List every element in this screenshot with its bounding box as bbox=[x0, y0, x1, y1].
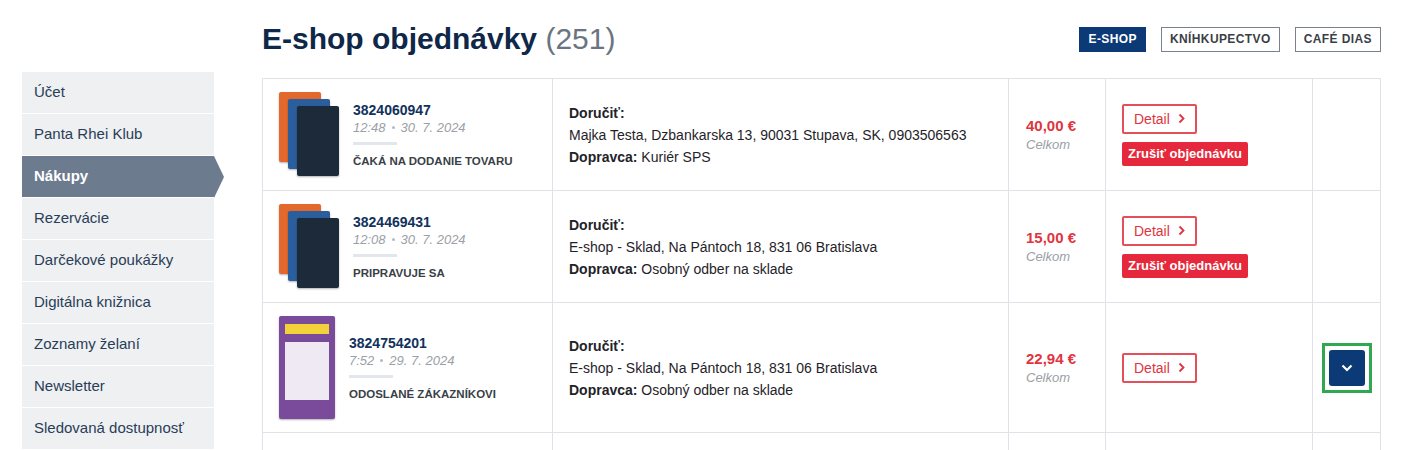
book-cover-image bbox=[279, 316, 335, 419]
delivery-address: E-shop - Sklad, Na Pántoch 18, 831 06 Br… bbox=[569, 236, 992, 258]
carrier-label: Dopravca: bbox=[569, 261, 637, 277]
price-label: Celkom bbox=[1026, 369, 1097, 387]
order-price: 22,94 € bbox=[1026, 349, 1097, 369]
expand-button[interactable] bbox=[1329, 350, 1365, 386]
order-datetime: 12:08 30. 7. 2024 bbox=[353, 231, 466, 249]
price-label: Celkom bbox=[1026, 248, 1097, 266]
order-count: (251) bbox=[545, 22, 615, 55]
sidebar: ÚčetPanta Rhei KlubNákupyRezervácieDarče… bbox=[22, 72, 214, 450]
order-date: 29. 7. 2024 bbox=[389, 352, 454, 370]
order-meta: 38247542017:52 29. 7. 2024 ODOSLANÉ ZÁKAZN… bbox=[349, 334, 496, 402]
channel-switch: E-SHOP KNÍHKUPECTVO CAFÉ DIAS bbox=[1079, 27, 1381, 52]
actions-cell: Detail Zrušiť objednávku bbox=[1106, 79, 1313, 190]
order-info-cell: 38247542017:52 29. 7. 2024 ODOSLANÉ ZÁKAZN… bbox=[263, 303, 553, 432]
cancel-order-button[interactable]: Zrušiť objednávku bbox=[1122, 142, 1248, 166]
order-row: 38247542017:52 29. 7. 2024 ODOSLANÉ ZÁKAZN… bbox=[263, 303, 1380, 433]
page-header: E-shop objednávky (251) E-SHOP KNÍHKUPECTV… bbox=[262, 0, 1381, 78]
status-line bbox=[353, 254, 397, 257]
delivery-address: Majka Testa, Dzbankarska 13, 90031 Stupa… bbox=[569, 124, 992, 146]
orders-table: 382406094712:48 30. 7. 2024 ČAKÁ NA DODANI… bbox=[262, 78, 1381, 450]
delivery-address: E-shop - Sklad, Na Pántoch 18, 831 06 Br… bbox=[569, 357, 992, 379]
order-date: 30. 7. 2024 bbox=[401, 231, 466, 249]
order-status: ODOSLANÉ ZÁKAZNÍKOVI bbox=[349, 386, 496, 402]
title-text: E-shop objednávky bbox=[262, 22, 537, 55]
order-time: 12:08 bbox=[353, 231, 386, 249]
order-status: PRIPRAVUJE SA bbox=[353, 265, 466, 281]
order-row bbox=[263, 433, 1380, 450]
channel-button[interactable]: KNÍHKUPECTVO bbox=[1161, 27, 1280, 52]
price-cell: 15,00 €Celkom bbox=[1009, 191, 1106, 302]
order-number[interactable]: 3824469431 bbox=[353, 213, 466, 231]
delivery-label: Doručiť: bbox=[569, 335, 992, 357]
order-price: 40,00 € bbox=[1026, 116, 1097, 136]
expand-cell bbox=[1313, 303, 1380, 432]
expand-cell bbox=[1313, 79, 1380, 190]
detail-button[interactable]: Detail bbox=[1122, 216, 1197, 246]
order-time: 12:48 bbox=[353, 119, 386, 137]
highlight-frame bbox=[1322, 343, 1372, 393]
status-line bbox=[349, 375, 393, 378]
sidebar-item[interactable]: Darčekové poukážky bbox=[22, 240, 214, 282]
separator-dot-icon bbox=[392, 126, 395, 129]
order-time: 7:52 bbox=[349, 352, 374, 370]
carrier-label: Dopravca: bbox=[569, 149, 637, 165]
expand-cell bbox=[1313, 191, 1380, 302]
order-number[interactable]: 3824754201 bbox=[349, 334, 496, 352]
order-meta: 382446943112:08 30. 7. 2024 PRIPRAVUJE SA bbox=[353, 213, 466, 281]
main-panel: E-shop objednávky (251) E-SHOP KNÍHKUPECTV… bbox=[262, 0, 1381, 450]
actions-cell: Detail Zrušiť objednávku bbox=[1106, 191, 1313, 302]
book-covers-image bbox=[279, 204, 339, 289]
delivery-label: Doručiť: bbox=[569, 102, 992, 124]
chevron-down-icon bbox=[1341, 364, 1353, 372]
chevron-right-icon bbox=[1178, 225, 1185, 236]
order-info-cell: 382406094712:48 30. 7. 2024 ČAKÁ NA DODANI… bbox=[263, 79, 553, 190]
order-row: 382446943112:08 30. 7. 2024 PRIPRAVUJE SA D… bbox=[263, 191, 1380, 303]
book-covers-image bbox=[279, 92, 339, 177]
sidebar-item[interactable]: Účet bbox=[22, 72, 214, 114]
order-status: ČAKÁ NA DODANIE TOVARU bbox=[353, 153, 513, 169]
status-line bbox=[353, 142, 397, 145]
separator-dot-icon bbox=[380, 359, 383, 362]
sidebar-item[interactable]: Zoznamy želaní bbox=[22, 324, 214, 366]
channel-button[interactable]: E-SHOP bbox=[1079, 27, 1145, 52]
actions-cell: Detail bbox=[1106, 303, 1313, 432]
sidebar-item[interactable]: Sledovaná dostupnosť bbox=[22, 408, 214, 450]
detail-button[interactable]: Detail bbox=[1122, 104, 1197, 134]
channel-button[interactable]: CAFÉ DIAS bbox=[1295, 27, 1381, 52]
sidebar-item[interactable]: Digitálna knižnica bbox=[22, 282, 214, 324]
order-number[interactable]: 3824060947 bbox=[353, 101, 513, 119]
sidebar-item[interactable]: Newsletter bbox=[22, 366, 214, 408]
order-row: 382406094712:48 30. 7. 2024 ČAKÁ NA DODANI… bbox=[263, 79, 1380, 191]
cancel-order-button[interactable]: Zrušiť objednávku bbox=[1122, 254, 1248, 278]
detail-button[interactable]: Detail bbox=[1122, 353, 1197, 383]
carrier-name: Osobný odber na sklade bbox=[641, 261, 793, 277]
page-title: E-shop objednávky (251) bbox=[262, 21, 615, 57]
page: ÚčetPanta Rhei KlubNákupyRezervácieDarče… bbox=[0, 0, 1407, 450]
carrier-line: Dopravca: Osobný odber na sklade bbox=[569, 258, 992, 280]
order-price: 15,00 € bbox=[1026, 228, 1097, 248]
order-datetime: 12:48 30. 7. 2024 bbox=[353, 119, 513, 137]
sidebar-item[interactable]: Rezervácie bbox=[22, 198, 214, 240]
sidebar-item[interactable]: Nákupy bbox=[22, 156, 214, 198]
chevron-right-icon bbox=[1178, 113, 1185, 124]
order-datetime: 7:52 29. 7. 2024 bbox=[349, 352, 496, 370]
delivery-label: Doručiť: bbox=[569, 214, 992, 236]
sidebar-item[interactable]: Panta Rhei Klub bbox=[22, 114, 214, 156]
order-date: 30. 7. 2024 bbox=[401, 119, 466, 137]
carrier-name: Kuriér SPS bbox=[641, 149, 710, 165]
carrier-label: Dopravca: bbox=[569, 382, 637, 398]
order-info-cell: 382446943112:08 30. 7. 2024 PRIPRAVUJE SA bbox=[263, 191, 553, 302]
price-label: Celkom bbox=[1026, 136, 1097, 154]
carrier-line: Dopravca: Kuriér SPS bbox=[569, 146, 992, 168]
carrier-name: Osobný odber na sklade bbox=[641, 382, 793, 398]
delivery-cell: Doručiť:E-shop - Sklad, Na Pántoch 18, 8… bbox=[553, 191, 1009, 302]
price-cell: 40,00 €Celkom bbox=[1009, 79, 1106, 190]
separator-dot-icon bbox=[392, 238, 395, 241]
chevron-right-icon bbox=[1178, 362, 1185, 373]
delivery-cell: Doručiť:E-shop - Sklad, Na Pántoch 18, 8… bbox=[553, 303, 1009, 432]
order-meta: 382406094712:48 30. 7. 2024 ČAKÁ NA DODANI… bbox=[353, 101, 513, 169]
carrier-line: Dopravca: Osobný odber na sklade bbox=[569, 379, 992, 401]
price-cell: 22,94 €Celkom bbox=[1009, 303, 1106, 432]
delivery-cell: Doručiť:Majka Testa, Dzbankarska 13, 900… bbox=[553, 79, 1009, 190]
